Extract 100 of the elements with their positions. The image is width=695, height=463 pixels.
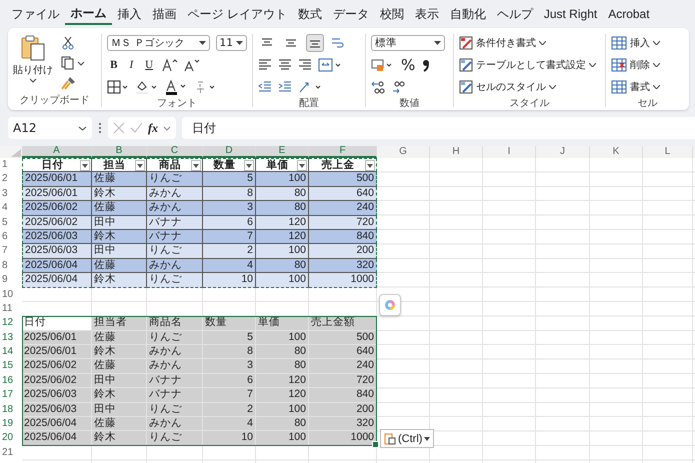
- sheet-cell[interactable]: 100: [256, 172, 309, 187]
- sheet-cell[interactable]: 2025/06/03: [22, 230, 92, 244]
- increase-indent-icon[interactable]: [278, 81, 292, 93]
- decrease-indent-icon[interactable]: [258, 81, 272, 93]
- column-header[interactable]: E: [256, 146, 309, 158]
- align-left-icon[interactable]: [258, 59, 272, 71]
- sheet-cell[interactable]: 5: [203, 330, 256, 346]
- cells-command[interactable]: 書式: [610, 78, 684, 96]
- check-icon[interactable]: [130, 122, 143, 134]
- sheet-cell[interactable]: 10: [203, 273, 256, 288]
- sheet-cell[interactable]: 2025/06/02: [22, 374, 92, 388]
- paste-options-button[interactable]: (Ctrl): [380, 429, 434, 448]
- sheet-cell[interactable]: 10: [203, 431, 256, 446]
- copy-icon[interactable]: [61, 56, 85, 70]
- sheet-cell[interactable]: 240: [309, 201, 377, 216]
- sheet-cell[interactable]: 100: [256, 330, 309, 346]
- cells-command[interactable]: 削除: [610, 56, 684, 74]
- shrink-font-icon[interactable]: [184, 58, 200, 72]
- format-painter-icon[interactable]: [61, 76, 77, 90]
- column-header[interactable]: I: [483, 146, 536, 158]
- font-style-button[interactable]: B: [107, 59, 120, 71]
- sheet-cell[interactable]: 240: [309, 359, 377, 374]
- sheet-cell[interactable]: 佐藤: [92, 417, 147, 432]
- scissors-icon[interactable]: [61, 36, 75, 50]
- font-style-button[interactable]: U: [142, 59, 156, 71]
- sheet-cell[interactable]: 2025/06/04: [22, 417, 92, 432]
- ribbon-tab[interactable]: ヘルプ: [491, 4, 538, 24]
- caret-icon[interactable]: [163, 126, 171, 130]
- sheet-cell[interactable]: 6: [203, 374, 256, 388]
- sheet-cell[interactable]: 7: [203, 388, 256, 403]
- ribbon-tab[interactable]: 表示: [409, 4, 444, 24]
- sheet-cell[interactable]: 1000: [309, 431, 377, 446]
- ribbon-tab[interactable]: 描画: [147, 4, 182, 24]
- sheet-cell[interactable]: 640: [309, 186, 377, 202]
- ribbon-tab[interactable]: ページ レイアウト: [182, 4, 292, 24]
- ribbon-tab[interactable]: Just Right: [538, 4, 603, 24]
- name-box[interactable]: A12: [8, 117, 92, 139]
- sheet-cell[interactable]: 数量: [203, 316, 256, 331]
- sheet-cell[interactable]: 佐藤: [92, 201, 147, 216]
- sheet-cell[interactable]: 4: [203, 258, 256, 274]
- sheet-cell[interactable]: 80: [256, 417, 309, 432]
- sheet-cell[interactable]: 500: [309, 330, 377, 346]
- ribbon-tab[interactable]: データ: [327, 4, 374, 24]
- sheet-cell[interactable]: 担当者: [92, 316, 147, 331]
- percent-button[interactable]: %: [401, 56, 416, 74]
- cells-command[interactable]: 挿入: [610, 34, 684, 52]
- sheet-cell[interactable]: 田中: [92, 374, 147, 388]
- sheet-cell[interactable]: 100: [256, 402, 309, 418]
- sheet-cell[interactable]: りんご: [147, 431, 203, 446]
- style-command[interactable]: 条件付き書式: [459, 34, 600, 52]
- align-center-icon[interactable]: [278, 59, 292, 71]
- number-format-dropdown[interactable]: 標準: [371, 35, 446, 51]
- filter-button[interactable]: [135, 160, 145, 171]
- sheet-cell[interactable]: バナナ: [147, 230, 203, 244]
- sheet-cell[interactable]: 2025/06/02: [22, 359, 92, 374]
- sheet-cell[interactable]: 鈴木: [92, 273, 147, 288]
- sheet-cell[interactable]: 鈴木: [92, 186, 147, 202]
- sheet-cell[interactable]: 1000: [309, 273, 377, 288]
- column-header[interactable]: J: [536, 146, 590, 158]
- sheet-cell[interactable]: 2025/06/04: [22, 273, 92, 288]
- column-header[interactable]: B: [92, 146, 147, 158]
- sheet-cell[interactable]: 100: [256, 244, 309, 259]
- sheet-cell[interactable]: りんご: [147, 402, 203, 418]
- sheet-cell[interactable]: 720: [309, 216, 377, 230]
- sheet-cell[interactable]: 2025/06/03: [22, 388, 92, 403]
- sheet-cell[interactable]: 2025/06/04: [22, 431, 92, 446]
- sheet-cell[interactable]: 8: [203, 186, 256, 202]
- sheet-cell[interactable]: 2025/06/03: [22, 244, 92, 259]
- sheet-cell[interactable]: バナナ: [147, 216, 203, 230]
- sheet-cell[interactable]: 佐藤: [92, 330, 147, 346]
- sheet-cell[interactable]: みかん: [147, 258, 203, 274]
- ribbon-tab[interactable]: ホーム: [65, 3, 112, 25]
- style-command[interactable]: セルのスタイル: [459, 78, 600, 96]
- sheet-cell[interactable]: 2025/06/04: [22, 258, 92, 274]
- column-header[interactable]: G: [377, 146, 430, 158]
- sheet-cell[interactable]: 鈴木: [92, 230, 147, 244]
- font-size-dropdown[interactable]: 11: [216, 35, 248, 51]
- column-header[interactable]: L: [643, 146, 693, 158]
- column-header[interactable]: H: [430, 146, 483, 158]
- ribbon-tab[interactable]: 校閲: [374, 4, 410, 24]
- column-header[interactable]: F: [309, 146, 377, 158]
- sheet-cell[interactable]: 田中: [92, 402, 147, 418]
- filter-button[interactable]: [365, 160, 375, 171]
- filter-button[interactable]: [297, 160, 307, 171]
- wrap-text-icon[interactable]: [330, 36, 344, 50]
- column-header[interactable]: C: [147, 146, 203, 158]
- sheet-cell[interactable]: 鈴木: [92, 388, 147, 403]
- vertical-align-icon[interactable]: [306, 34, 324, 52]
- sheet-cell[interactable]: 2025/06/02: [22, 216, 92, 230]
- ribbon-tab[interactable]: 挿入: [112, 4, 147, 24]
- sheet-cell[interactable]: 80: [256, 359, 309, 374]
- sheet-cell[interactable]: 640: [309, 345, 377, 360]
- formula-field[interactable]: 日付: [182, 117, 695, 139]
- sheet-cell[interactable]: 田中: [92, 216, 147, 230]
- sheet-cell[interactable]: 100: [256, 273, 309, 288]
- sheet-cell[interactable]: バナナ: [147, 374, 203, 388]
- sheet-cell[interactable]: 鈴木: [92, 345, 147, 360]
- filter-button[interactable]: [80, 160, 90, 171]
- sheet-cell[interactable]: みかん: [147, 345, 203, 360]
- sheet-cell[interactable]: 5: [203, 172, 256, 187]
